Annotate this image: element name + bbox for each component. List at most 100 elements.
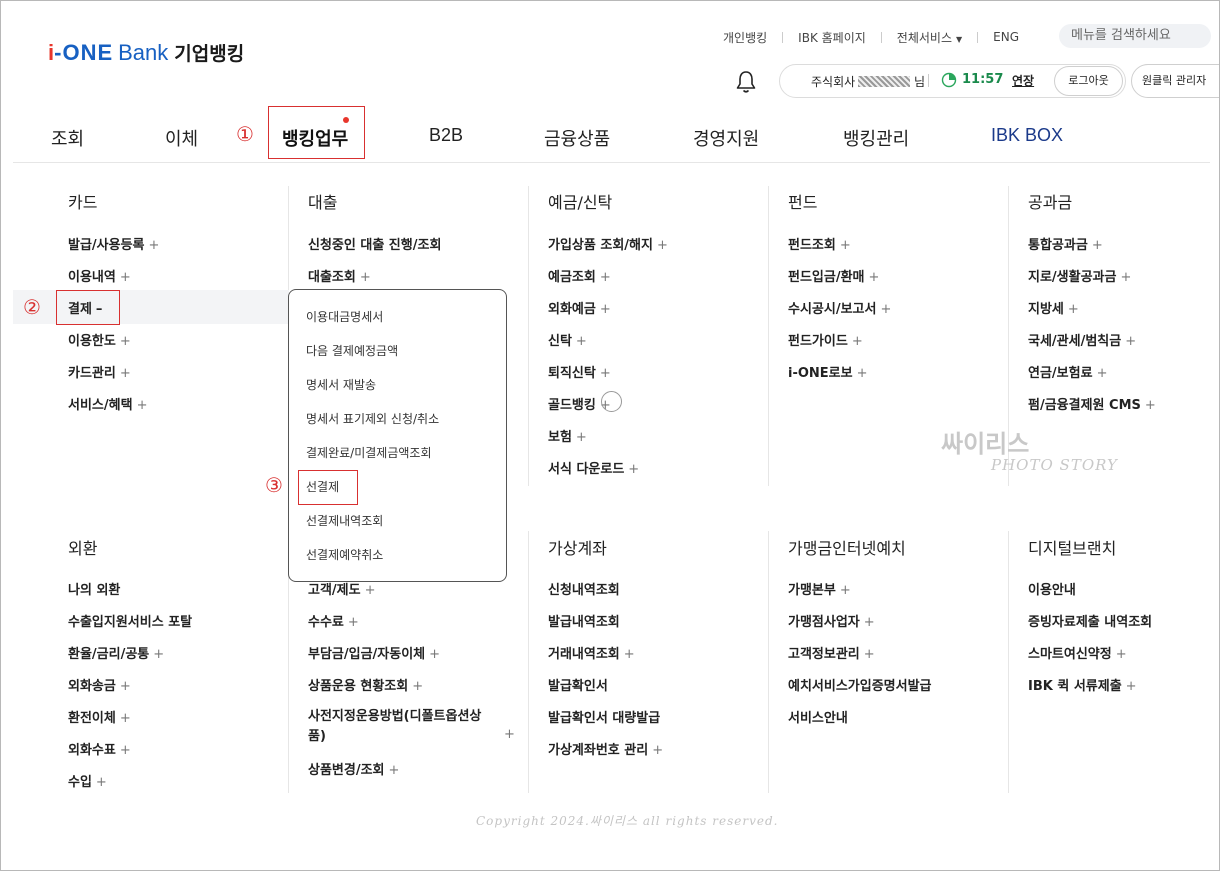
- menu-fx-item[interactable]: 환율/금리/공통 +: [68, 643, 164, 662]
- plus-icon[interactable]: +: [504, 727, 515, 742]
- menu-fx-item[interactable]: 환전이체 +: [68, 707, 131, 726]
- menu-tax-item[interactable]: 통합공과금 +: [1028, 234, 1103, 253]
- menu-loan2-item[interactable]: 부담금/입금/자동이체 +: [308, 643, 440, 662]
- menu-loan2-item[interactable]: 수수료 +: [308, 611, 359, 630]
- submenu-item[interactable]: 명세서 재발송: [306, 376, 376, 393]
- menu-tax-item[interactable]: 펌/금융결제원 CMS +: [1028, 394, 1156, 413]
- menu-digital-item[interactable]: 증빙자료제출 내역조회: [1028, 611, 1152, 630]
- link-eng[interactable]: ENG: [993, 30, 1019, 44]
- menu-deposit-item[interactable]: 가입상품 조회/해지 +: [548, 234, 668, 253]
- bell-icon[interactable]: [734, 69, 758, 95]
- plus-icon: +: [623, 647, 635, 662]
- menu-deposit-item[interactable]: 서식 다운로드 +: [548, 458, 639, 477]
- menu-label: 외화송금: [68, 679, 116, 694]
- submenu-item[interactable]: 선결제내역조회: [306, 512, 383, 529]
- menu-label: 가입상품 조회/해지: [548, 238, 653, 253]
- menu-loan-pending[interactable]: 신청중인 대출 진행/조회: [308, 234, 441, 253]
- link-ibk-homepage[interactable]: IBK 홈페이지: [798, 29, 866, 46]
- plus-icon: +: [119, 711, 131, 726]
- menu-merchant-item[interactable]: 고객정보관리 +: [788, 643, 875, 662]
- menu-merchant-item[interactable]: 서비스안내: [788, 707, 848, 726]
- menu-virtual-item[interactable]: 발급확인서: [548, 675, 608, 694]
- link-personal-banking[interactable]: 개인뱅킹: [723, 29, 767, 46]
- menu-digital-item[interactable]: IBK 퀵 서류제출 +: [1028, 675, 1137, 694]
- gnb-ibk-box[interactable]: IBK BOX: [991, 125, 1063, 146]
- column-title-merchant-deposit: 가맹금인터넷예치: [788, 539, 906, 558]
- menu-fund-item[interactable]: 수시공시/보고서 +: [788, 298, 891, 317]
- menu-loan2-item[interactable]: 상품변경/조회 +: [308, 759, 399, 778]
- menu-fund-item[interactable]: 펀드입금/환매 +: [788, 266, 879, 285]
- menu-deposit-item[interactable]: 외화예금 +: [548, 298, 611, 317]
- menu-tax-item[interactable]: 지로/생활공과금 +: [1028, 266, 1131, 285]
- gnb-transfer[interactable]: 이체: [165, 125, 198, 151]
- menu-fund-item[interactable]: 펀드가이드 +: [788, 330, 863, 349]
- menu-label: 보험: [548, 430, 572, 445]
- gnb-banking-management[interactable]: 뱅킹관리: [843, 125, 909, 151]
- divider: [928, 74, 929, 87]
- menu-tax-item[interactable]: 지방세 +: [1028, 298, 1079, 317]
- menu-fx-item[interactable]: 수입 +: [68, 771, 107, 790]
- one-click-manager-button[interactable]: 원클릭 관리자: [1131, 64, 1219, 98]
- extend-session-link[interactable]: 연장: [1012, 72, 1034, 89]
- menu-fx-item[interactable]: 외화수표 +: [68, 739, 131, 758]
- hover-highlight-row: [13, 290, 289, 324]
- menu-card-payment[interactable]: 결제 –: [68, 298, 102, 317]
- gnb-management-support[interactable]: 경영지원: [693, 125, 759, 151]
- menu-card-benefits[interactable]: 서비스/혜택 +: [68, 394, 147, 413]
- menu-fx-item[interactable]: 나의 외환: [68, 579, 120, 598]
- gnb-financial-products[interactable]: 금융상품: [544, 125, 610, 151]
- menu-label: 골드뱅킹: [548, 398, 596, 413]
- submenu-item[interactable]: 선결제예약취소: [306, 546, 383, 563]
- menu-loan2-item[interactable]: 사전지정운용방법(디폴트옵션상품): [308, 707, 488, 747]
- menu-card-history[interactable]: 이용내역 +: [68, 266, 131, 285]
- company-label: 주식회사: [811, 75, 856, 89]
- menu-virtual-item[interactable]: 발급확인서 대량발급: [548, 707, 660, 726]
- menu-merchant-item[interactable]: 가맹본부 +: [788, 579, 851, 598]
- minus-icon: –: [95, 302, 103, 317]
- menu-digital-item[interactable]: 스마트여신약정 +: [1028, 643, 1127, 662]
- plus-icon: +: [359, 270, 371, 285]
- menu-fund-item[interactable]: 펀드조회 +: [788, 234, 851, 253]
- plus-icon: +: [1125, 334, 1137, 349]
- submenu-item-prepayment[interactable]: 선결제: [306, 478, 339, 495]
- menu-fx-item[interactable]: 수출입지원서비스 포탈: [68, 611, 192, 630]
- logout-button[interactable]: 로그아웃: [1054, 66, 1123, 96]
- link-all-services[interactable]: 전체서비스 ▼: [897, 29, 962, 46]
- menu-search-input[interactable]: 메뉴를 검색하세요: [1059, 24, 1211, 48]
- gnb-inquiry[interactable]: 조회: [51, 125, 84, 151]
- menu-deposit-item[interactable]: 예금조회 +: [548, 266, 611, 285]
- menu-merchant-item[interactable]: 가맹점사업자 +: [788, 611, 875, 630]
- column-divider: [768, 531, 769, 793]
- menu-fx-item[interactable]: 외화송금 +: [68, 675, 131, 694]
- menu-label: 가맹점사업자: [788, 615, 860, 630]
- menu-label: 퇴직신탁: [548, 366, 596, 381]
- menu-deposit-item[interactable]: 퇴직신탁 +: [548, 362, 611, 381]
- nav-divider: [13, 162, 1210, 163]
- gnb-banking-work[interactable]: 뱅킹업무: [282, 125, 348, 151]
- gnb-b2b[interactable]: B2B: [429, 125, 463, 146]
- menu-fund-item[interactable]: i-ONE로보 +: [788, 362, 868, 381]
- menu-virtual-item[interactable]: 발급내역조회: [548, 611, 620, 630]
- menu-virtual-item[interactable]: 신청내역조회: [548, 579, 620, 598]
- divider: [782, 31, 784, 43]
- menu-virtual-item[interactable]: 가상계좌번호 관리 +: [548, 739, 663, 758]
- menu-virtual-item[interactable]: 거래내역조회 +: [548, 643, 635, 662]
- submenu-item[interactable]: 명세서 표기제외 신청/취소: [306, 410, 439, 427]
- submenu-item[interactable]: 결제완료/미결제금액조회: [306, 444, 431, 461]
- menu-card-limit[interactable]: 이용한도 +: [68, 330, 131, 349]
- menu-tax-item[interactable]: 연금/보험료 +: [1028, 362, 1107, 381]
- menu-tax-item[interactable]: 국세/관세/범칙금 +: [1028, 330, 1136, 349]
- submenu-item[interactable]: 다음 결제예정금액: [306, 342, 398, 359]
- all-services-label: 전체서비스: [896, 30, 952, 45]
- plus-icon: +: [95, 775, 107, 790]
- menu-deposit-item[interactable]: 보험 +: [548, 426, 587, 445]
- menu-card-issue[interactable]: 발급/사용등록 +: [68, 234, 159, 253]
- menu-deposit-item[interactable]: 신탁 +: [548, 330, 587, 349]
- menu-digital-item[interactable]: 이용안내: [1028, 579, 1076, 598]
- ibk-logo[interactable]: i-ONE Bank 기업뱅킹: [48, 39, 244, 68]
- menu-loan-inquiry[interactable]: 대출조회 +: [308, 266, 371, 285]
- menu-merchant-item[interactable]: 예치서비스가입증명서발급: [788, 675, 932, 694]
- menu-card-management[interactable]: 카드관리 +: [68, 362, 131, 381]
- menu-loan2-item[interactable]: 상품운용 현황조회 +: [308, 675, 423, 694]
- submenu-item[interactable]: 이용대금명세서: [306, 308, 383, 325]
